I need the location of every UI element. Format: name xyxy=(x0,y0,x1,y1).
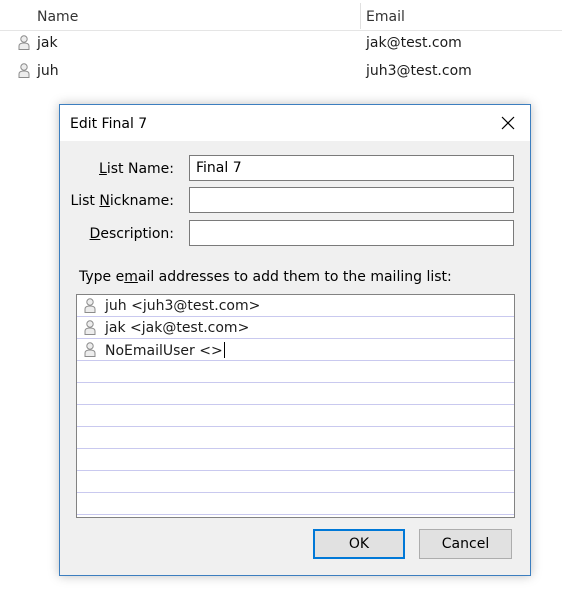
label-part: ail addresses to add them to the mailing… xyxy=(137,269,452,285)
contact-email: jak@test.com xyxy=(366,35,462,51)
cancel-button[interactable]: Cancel xyxy=(419,529,512,559)
list-item[interactable]: juh <juh3@test.com> xyxy=(77,295,514,317)
list-name-label: List Name: xyxy=(34,161,174,177)
empty-list-row[interactable] xyxy=(77,449,514,471)
list-nickname-label: List Nickname: xyxy=(34,193,174,209)
mailing-list-members[interactable]: juh <juh3@test.com> jak <jak@test.com> N… xyxy=(76,294,515,518)
table-row[interactable]: jak jak@test.com xyxy=(0,30,562,56)
column-header-email[interactable]: Email xyxy=(366,9,405,25)
address-book-table: Name Email jak jak@test.com juh juh3@tes… xyxy=(0,0,562,100)
empty-list-row[interactable] xyxy=(77,361,514,383)
label-part: ist Name: xyxy=(106,161,174,177)
text-caret xyxy=(223,342,225,358)
person-icon xyxy=(18,63,30,78)
description-label: Description: xyxy=(34,226,174,242)
access-key: N xyxy=(99,193,110,209)
edit-mailing-list-dialog: Edit Final 7 List Name: Final 7 List Nic… xyxy=(59,104,531,576)
member-address-editing[interactable]: NoEmailUser <> xyxy=(105,342,225,359)
table-row[interactable]: juh juh3@test.com xyxy=(0,58,562,84)
list-item[interactable]: NoEmailUser <> xyxy=(77,339,514,361)
person-icon xyxy=(84,342,96,357)
close-button[interactable] xyxy=(486,105,530,141)
empty-list-row[interactable] xyxy=(77,471,514,493)
member-address[interactable]: jak <jak@test.com> xyxy=(105,320,249,336)
ok-button[interactable]: OK xyxy=(313,529,405,559)
person-icon xyxy=(84,320,96,335)
contact-email: juh3@test.com xyxy=(366,63,472,79)
member-address[interactable]: NoEmailUser <> xyxy=(105,343,223,359)
screen: Name Email jak jak@test.com juh juh3@tes… xyxy=(0,0,562,603)
access-key: m xyxy=(124,269,138,285)
mailing-list-instruction: Type email addresses to add them to the … xyxy=(79,269,452,285)
close-icon xyxy=(501,116,515,130)
column-separator[interactable] xyxy=(360,3,361,29)
list-nickname-input[interactable] xyxy=(189,187,514,213)
label-part: ickname: xyxy=(109,193,174,209)
empty-list-row[interactable] xyxy=(77,405,514,427)
contact-name: juh xyxy=(37,63,59,79)
empty-list-row[interactable] xyxy=(77,493,514,515)
access-key: L xyxy=(99,161,107,177)
member-address[interactable]: juh <juh3@test.com> xyxy=(105,298,260,314)
contact-name: jak xyxy=(37,35,58,51)
person-icon xyxy=(84,298,96,313)
dialog-titlebar[interactable]: Edit Final 7 xyxy=(60,105,530,141)
empty-list-row[interactable] xyxy=(77,383,514,405)
access-key: D xyxy=(89,226,101,242)
empty-list-row[interactable] xyxy=(77,427,514,449)
label-part: List xyxy=(70,193,100,209)
column-header-name[interactable]: Name xyxy=(37,9,78,25)
label-part: escription: xyxy=(100,226,174,242)
label-part: Type e xyxy=(79,269,125,285)
person-icon xyxy=(18,35,30,50)
list-item[interactable]: jak <jak@test.com> xyxy=(77,317,514,339)
description-input[interactable] xyxy=(189,220,514,246)
dialog-title: Edit Final 7 xyxy=(70,116,148,132)
list-name-input[interactable]: Final 7 xyxy=(189,155,514,181)
table-header: Name Email xyxy=(0,0,562,31)
